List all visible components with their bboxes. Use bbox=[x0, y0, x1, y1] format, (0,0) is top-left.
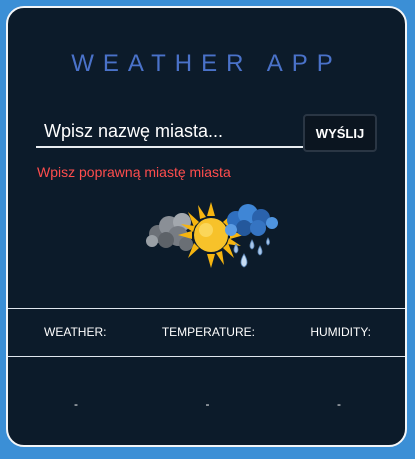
weather-value: - bbox=[74, 397, 78, 411]
error-message: Wpisz poprawną miastę miasta bbox=[37, 164, 231, 180]
city-input[interactable] bbox=[36, 116, 304, 148]
top-divider bbox=[8, 308, 405, 309]
stats-values: - - - bbox=[8, 397, 405, 411]
weather-app-panel: WEATHER APP WYŚLIJ Wpisz poprawną miastę… bbox=[6, 6, 407, 447]
temperature-value: - bbox=[205, 397, 210, 411]
stats-labels: WEATHER: TEMPERATURE: HUMIDITY: bbox=[8, 325, 405, 339]
partly-sunny-rain-icon bbox=[146, 202, 278, 268]
app-title: WEATHER APP bbox=[71, 50, 342, 77]
weather-label: WEATHER: bbox=[44, 325, 107, 339]
temperature-label: TEMPERATURE: bbox=[161, 325, 255, 339]
send-button[interactable]: WYŚLIJ bbox=[303, 114, 377, 152]
humidity-value: - bbox=[337, 397, 341, 411]
bottom-divider bbox=[8, 356, 405, 357]
humidity-label: HUMIDITY: bbox=[310, 325, 371, 339]
